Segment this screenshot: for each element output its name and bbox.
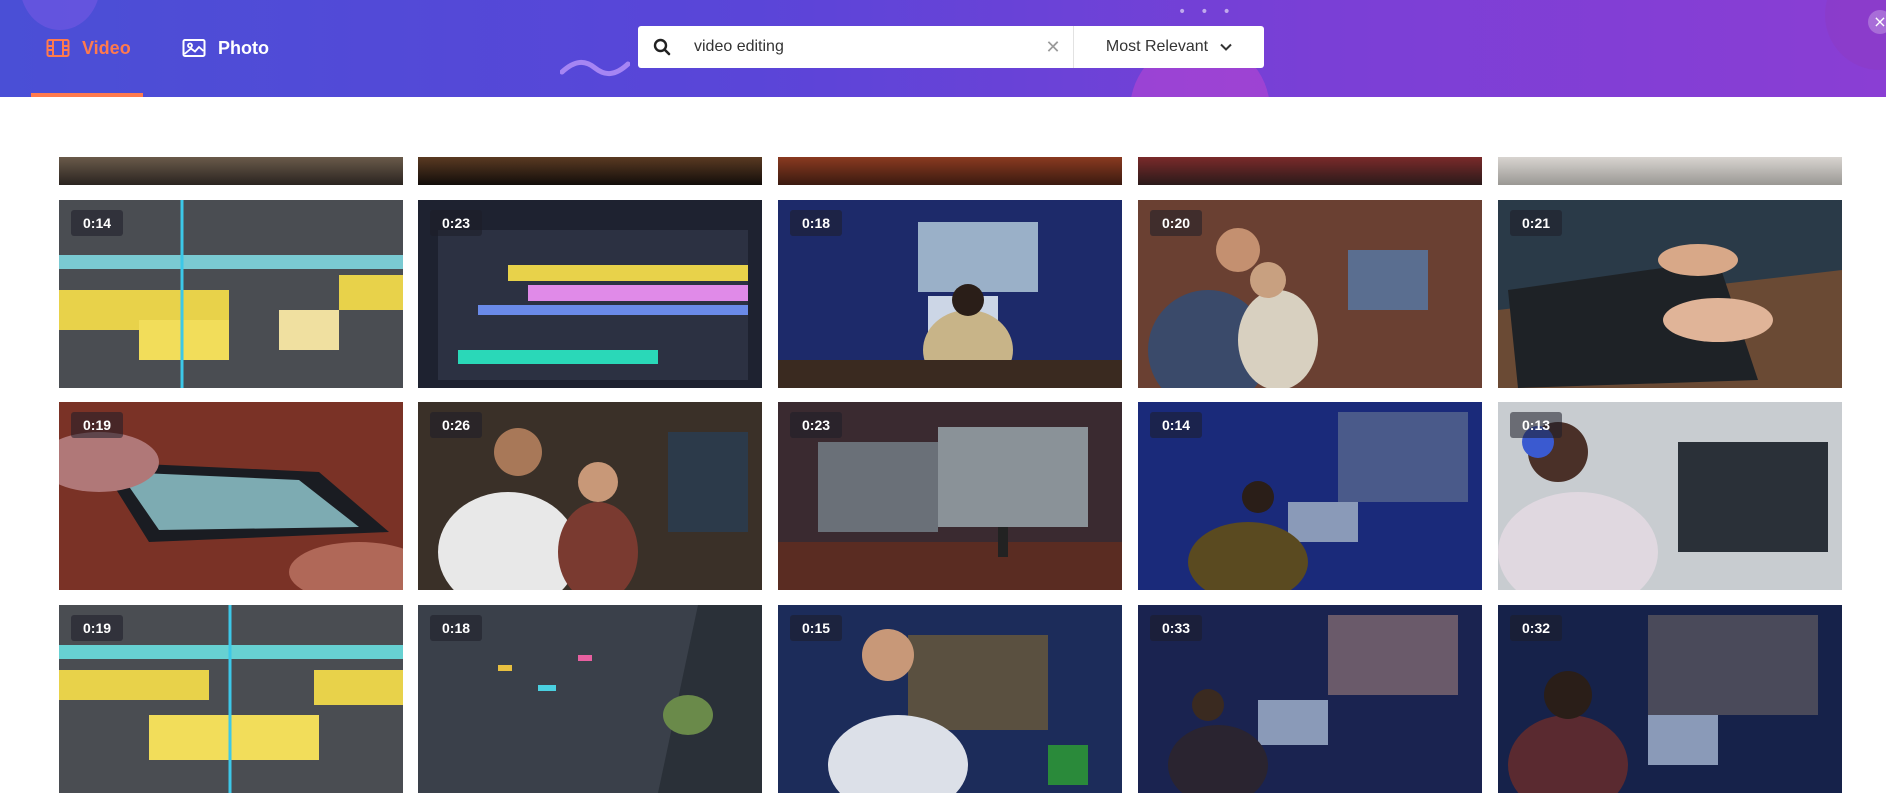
video-thumbnail[interactable]: 0:23 — [418, 200, 762, 388]
duration-badge: 0:21 — [1510, 210, 1563, 236]
video-thumbnail[interactable]: 0:33 — [1138, 605, 1482, 793]
duration-badge: 0:20 — [1150, 210, 1203, 236]
video-thumbnail[interactable]: 0:15 — [778, 605, 1122, 793]
video-thumbnail[interactable]: 0:14 — [1138, 402, 1482, 590]
video-thumbnail[interactable]: 0:21 — [1498, 200, 1842, 388]
video-thumbnail[interactable]: 0:19 — [59, 605, 403, 793]
video-thumbnail[interactable]: 0:18 — [418, 605, 762, 793]
video-thumbnail[interactable] — [59, 157, 403, 185]
duration-badge: 0:14 — [1150, 412, 1203, 438]
duration-badge: 0:15 — [790, 615, 843, 641]
duration-badge: 0:23 — [790, 412, 843, 438]
video-thumbnail[interactable]: 0:19 — [59, 402, 403, 590]
duration-badge: 0:19 — [71, 412, 124, 438]
video-thumbnail[interactable]: 0:18 — [778, 200, 1122, 388]
video-thumbnail[interactable] — [778, 157, 1122, 185]
duration-badge: 0:13 — [1510, 412, 1563, 438]
video-thumbnail[interactable]: 0:26 — [418, 402, 762, 590]
video-thumbnail[interactable]: 0:20 — [1138, 200, 1482, 388]
video-thumbnail[interactable]: 0:14 — [59, 200, 403, 388]
video-thumbnail[interactable] — [1138, 157, 1482, 185]
video-thumbnail[interactable]: 0:23 — [778, 402, 1122, 590]
duration-badge: 0:26 — [430, 412, 483, 438]
duration-badge: 0:18 — [430, 615, 483, 641]
duration-badge: 0:33 — [1150, 615, 1203, 641]
results-grid: 0:14 0:23 0:18 0:20 0:21 0:19 0:26 0:23 … — [0, 0, 1886, 797]
duration-badge: 0:32 — [1510, 615, 1563, 641]
duration-badge: 0:19 — [71, 615, 124, 641]
video-thumbnail[interactable]: 0:13 — [1498, 402, 1842, 590]
video-thumbnail[interactable] — [1498, 157, 1842, 185]
duration-badge: 0:14 — [71, 210, 124, 236]
video-thumbnail[interactable]: 0:32 — [1498, 605, 1842, 793]
duration-badge: 0:23 — [430, 210, 483, 236]
duration-badge: 0:18 — [790, 210, 843, 236]
video-thumbnail[interactable] — [418, 157, 762, 185]
